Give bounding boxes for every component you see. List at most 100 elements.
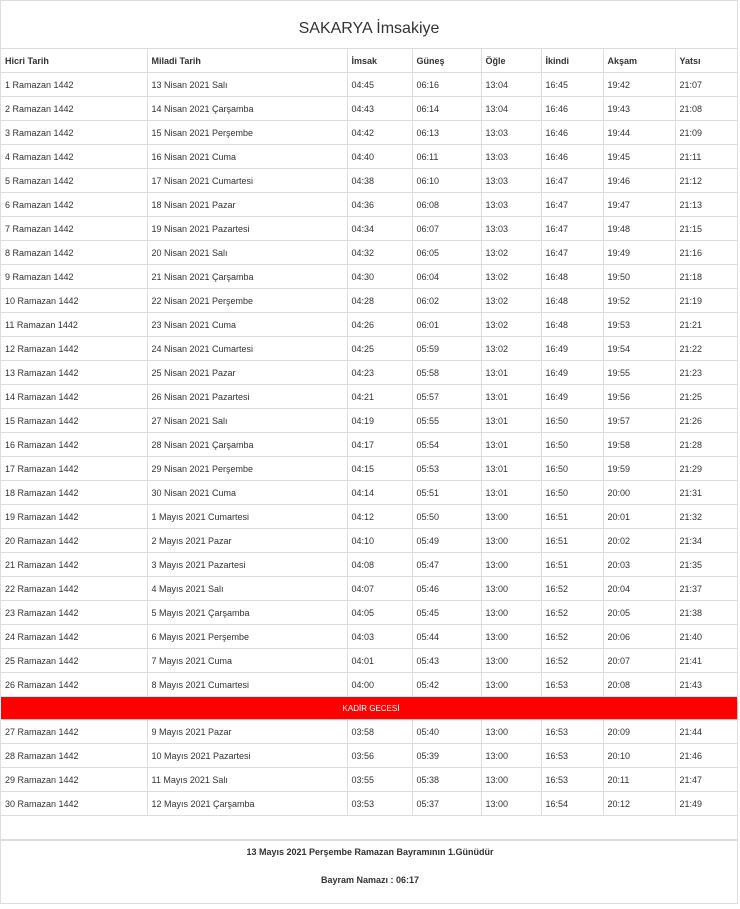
table-cell: 04:21 bbox=[346, 384, 413, 409]
table-cell: 15 Ramazan 1442 bbox=[1, 408, 148, 433]
table-cell: 17 Ramazan 1442 bbox=[1, 456, 148, 481]
imsakiye-panel: SAKARYA İmsakiye Hicri Tarih Miladi Tarih… bbox=[0, 0, 738, 904]
table-cell: 04:15 bbox=[346, 456, 413, 481]
table-cell: 06:01 bbox=[411, 312, 482, 337]
table-cell: 04:26 bbox=[346, 312, 413, 337]
table-row: 20 Ramazan 1442 2 Mayıs 2021 Pazar 04:10 05… bbox=[1, 528, 737, 553]
table-cell: 21:47 bbox=[674, 767, 737, 792]
table-cell: 13:00 bbox=[480, 552, 542, 577]
table-cell: 16:47 bbox=[540, 168, 604, 193]
table-cell: 16:53 bbox=[540, 719, 604, 744]
table-cell: 21:29 bbox=[674, 456, 737, 481]
table-cell: 21 Ramazan 1442 bbox=[1, 552, 148, 577]
table-header-row: Hicri Tarih Miladi Tarih İmsak Güneş Öğle İki… bbox=[1, 49, 737, 73]
table-cell: 16:53 bbox=[540, 672, 604, 697]
table-cell: 16:46 bbox=[540, 96, 604, 121]
table-cell: 8 Ramazan 1442 bbox=[1, 240, 148, 265]
table-cell: 20:03 bbox=[602, 552, 676, 577]
table-cell: 04:45 bbox=[346, 72, 413, 97]
table-cell: 21:09 bbox=[674, 120, 737, 145]
table-cell: 28 Nisan 2021 Çarşamba bbox=[146, 432, 348, 457]
table-cell: 20:07 bbox=[602, 648, 676, 673]
table-cell: 21:07 bbox=[674, 72, 737, 97]
imsakiye-table: Hicri Tarih Miladi Tarih İmsak Güneş Öğle İki… bbox=[1, 49, 737, 840]
table-cell: 20:02 bbox=[602, 528, 676, 553]
table-row: 14 Ramazan 1442 26 Nisan 2021 Pazartesi 04… bbox=[1, 384, 737, 409]
table-cell: 19:45 bbox=[602, 144, 676, 169]
table-cell: 24 Ramazan 1442 bbox=[1, 624, 148, 649]
table-cell: 10 Ramazan 1442 bbox=[1, 288, 148, 313]
table-cell: 15 Nisan 2021 Perşembe bbox=[146, 120, 348, 145]
table-row: 7 Ramazan 1442 19 Nisan 2021 Pazartesi 04:… bbox=[1, 216, 737, 241]
table-cell: 16:52 bbox=[540, 648, 604, 673]
table-cell: 21:49 bbox=[674, 791, 737, 816]
table-cell: 2 Mayıs 2021 Pazar bbox=[146, 528, 348, 553]
table-cell: 04:40 bbox=[346, 144, 413, 169]
column-header: Öğle bbox=[480, 49, 542, 73]
table-cell: 21:34 bbox=[674, 528, 737, 553]
table-cell: 3 Ramazan 1442 bbox=[1, 120, 148, 145]
table-cell: 17 Nisan 2021 Cumartesi bbox=[146, 168, 348, 193]
table-row: 25 Ramazan 1442 7 Mayıs 2021 Cuma 04:01 05:… bbox=[1, 648, 737, 673]
table-cell: 13:02 bbox=[480, 288, 542, 313]
table-cell: 20 Ramazan 1442 bbox=[1, 528, 148, 553]
table-cell: 7 Ramazan 1442 bbox=[1, 216, 148, 241]
table-row: 6 Ramazan 1442 18 Nisan 2021 Pazar 04:36 06… bbox=[1, 192, 737, 217]
table-cell: 18 Nisan 2021 Pazar bbox=[146, 192, 348, 217]
column-header: Güneş bbox=[411, 49, 482, 73]
table-cell: 05:45 bbox=[411, 600, 482, 625]
table-cell: 20:05 bbox=[602, 600, 676, 625]
table-cell: 4 Ramazan 1442 bbox=[1, 144, 148, 169]
table-cell: 05:43 bbox=[411, 648, 482, 673]
table-cell: 13:02 bbox=[480, 264, 542, 289]
table-cell: 13:04 bbox=[480, 96, 542, 121]
table-cell: 26 Nisan 2021 Pazartesi bbox=[146, 384, 348, 409]
table-cell: 16:49 bbox=[540, 384, 604, 409]
table-cell: 29 Ramazan 1442 bbox=[1, 767, 148, 792]
table-cell: 20:09 bbox=[602, 719, 676, 744]
table-cell: 21 Nisan 2021 Çarşamba bbox=[146, 264, 348, 289]
kadir-gecesi-label: KADİR GECESİ bbox=[1, 696, 737, 720]
table-cell: 16:50 bbox=[540, 408, 604, 433]
table-cell: 21:08 bbox=[674, 96, 737, 121]
table-cell: 13:00 bbox=[480, 767, 542, 792]
table-cell: 13:00 bbox=[480, 528, 542, 553]
table-row: 17 Ramazan 1442 29 Nisan 2021 Perşembe 04:… bbox=[1, 456, 737, 481]
kadir-gecesi-row: KADİR GECESİ bbox=[1, 696, 737, 720]
table-cell: 04:00 bbox=[346, 672, 413, 697]
table-cell: 2 Ramazan 1442 bbox=[1, 96, 148, 121]
table-cell: 19:58 bbox=[602, 432, 676, 457]
table-cell: 19 Nisan 2021 Pazartesi bbox=[146, 216, 348, 241]
table-cell: 03:56 bbox=[346, 743, 413, 768]
divider bbox=[1, 840, 737, 841]
table-cell: 05:51 bbox=[411, 480, 482, 505]
table-cell: 21:35 bbox=[674, 552, 737, 577]
table-row: 22 Ramazan 1442 4 Mayıs 2021 Salı 04:07 05:… bbox=[1, 576, 737, 601]
table-cell: 4 Mayıs 2021 Salı bbox=[146, 576, 348, 601]
table-row: 9 Ramazan 1442 21 Nisan 2021 Çarşamba 04:3… bbox=[1, 264, 737, 289]
table-cell: 05:42 bbox=[411, 672, 482, 697]
table-cell: 04:38 bbox=[346, 168, 413, 193]
table-cell: 24 Nisan 2021 Cumartesi bbox=[146, 336, 348, 361]
table-cell: 04:34 bbox=[346, 216, 413, 241]
table-cell: 04:05 bbox=[346, 600, 413, 625]
table-cell: 04:12 bbox=[346, 504, 413, 529]
table-cell: 21:28 bbox=[674, 432, 737, 457]
table-cell: 23 Ramazan 1442 bbox=[1, 600, 148, 625]
table-cell: 13:01 bbox=[480, 360, 542, 385]
empty-row bbox=[1, 815, 737, 840]
table-cell: 13:00 bbox=[480, 743, 542, 768]
table-cell: 13:00 bbox=[480, 791, 542, 816]
table-cell: 21:13 bbox=[674, 192, 737, 217]
table-cell: 04:14 bbox=[346, 480, 413, 505]
table-cell: 05:37 bbox=[411, 791, 482, 816]
table-cell: 05:58 bbox=[411, 360, 482, 385]
table-cell: 9 Ramazan 1442 bbox=[1, 264, 148, 289]
table-cell: 19:48 bbox=[602, 216, 676, 241]
table-cell: 19:56 bbox=[602, 384, 676, 409]
table-cell: 12 Ramazan 1442 bbox=[1, 336, 148, 361]
table-cell: 04:28 bbox=[346, 288, 413, 313]
table-cell: 06:14 bbox=[411, 96, 482, 121]
table-cell: 21:12 bbox=[674, 168, 737, 193]
table-cell: 12 Mayıs 2021 Çarşamba bbox=[146, 791, 348, 816]
